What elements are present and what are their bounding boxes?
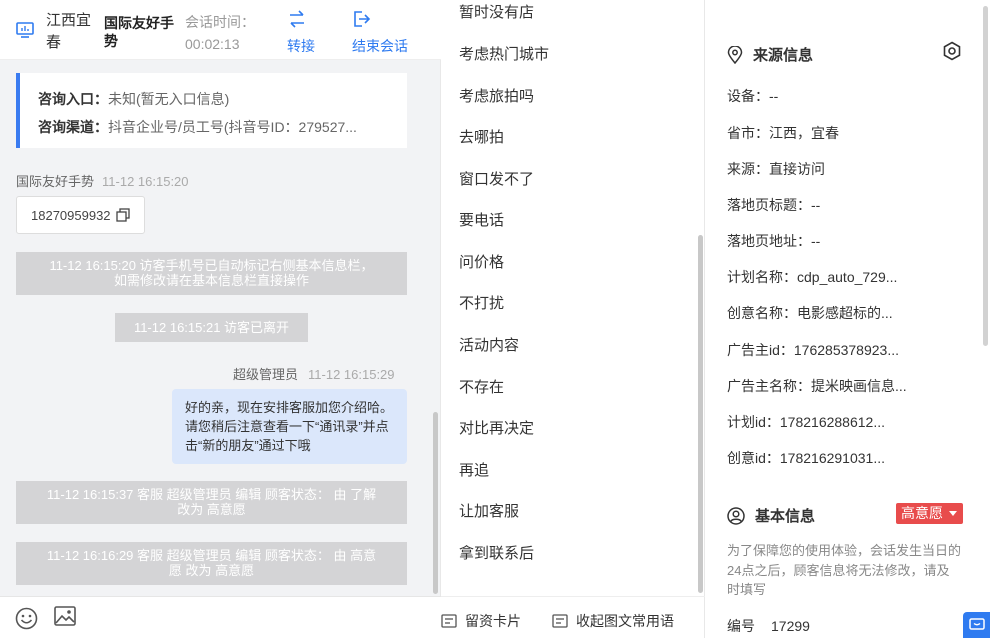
user-circle-icon [727, 507, 745, 525]
quick-phrase-panel: 暂时没有店 考虑热门城市 考虑旅拍吗 去哪拍 窗口发不了 要电话 问价格 不打扰… [441, 0, 705, 638]
advertiser-id-row: 广告主id：176285378923... [727, 342, 899, 358]
settings-icon[interactable] [942, 41, 962, 61]
monitor-icon [16, 22, 34, 38]
landing-title-row: 落地页标题：-- [727, 197, 821, 213]
basic-info-label: 基本信息 [755, 508, 816, 525]
source-info-label: 来源信息 [753, 47, 814, 64]
info-scrollbar[interactable] [983, 6, 988, 346]
phrase-item[interactable]: 考虑热门城市 [459, 43, 549, 64]
agent-sender: 超级管理员 [233, 367, 299, 382]
collapse-phrases-button[interactable]: 收起图文常用语 [552, 611, 674, 631]
entry-label: 咨询入口： [38, 91, 108, 107]
creative-id-row: 创意id：178216291031... [727, 450, 885, 466]
system-message-line: 11-12 16:16:29 客服 超级管理员 编辑 顾客状态： 由 高意 [46, 548, 377, 563]
session-time-value: 00:02:13 [185, 36, 240, 52]
province-row: 省市：江西，宜春 [727, 125, 839, 141]
chat-bubble-icon [969, 618, 985, 630]
system-message-line: 11-12 16:15:20 访客手机号已自动标记右侧基本信息栏， [49, 258, 374, 273]
image-icon[interactable] [54, 606, 76, 626]
phrase-toolbar: 留资卡片 收起图文常用语 [441, 596, 705, 638]
phrase-item[interactable]: 考虑旅拍吗 [459, 85, 534, 106]
phrase-item[interactable]: 去哪拍 [459, 126, 504, 147]
system-message: 11-12 16:15:21 访客已离开 [115, 313, 308, 342]
customer-id-label: 编号 [727, 618, 755, 634]
collapse-phrases-label: 收起图文常用语 [576, 613, 674, 629]
info-panel: 来源信息 设备：-- 省市：江西，宜春 来源：直接访问 落地页标题：-- 落地页… [705, 0, 990, 638]
channel-label: 咨询渠道： [38, 119, 108, 135]
visitor-name: 国际友好手势 [104, 15, 174, 49]
source-info-title: 来源信息 [727, 44, 813, 65]
plan-name-row: 计划名称：cdp_auto_729... [727, 269, 898, 285]
basic-info-title: 基本信息 [727, 505, 815, 526]
location-pin-icon [727, 45, 743, 65]
device-row: 设备：-- [727, 88, 779, 104]
customer-id-row: 编号 17299 [727, 616, 810, 636]
chat-scrollbar[interactable] [433, 412, 438, 594]
transfer-icon [290, 10, 304, 28]
intent-status-dropdown[interactable]: 高意愿 [896, 503, 963, 524]
end-session-button[interactable]: 结束会话 [352, 8, 422, 56]
phrase-item[interactable]: 要电话 [459, 209, 504, 230]
entry-row: 咨询入口：未知(暂无入口信息) [38, 85, 408, 113]
plan-id-row: 计划id：178216288612... [727, 414, 885, 430]
phone-message[interactable]: 18270959932 [16, 196, 145, 234]
phrase-item[interactable]: 再追 [459, 459, 489, 480]
chat-workspace: 江西宜春 国际友好手势 会话时间： 00:02:13 转接 结束会话 咨询入口： [0, 0, 990, 638]
visitor-time: 11-12 16:15:20 [102, 174, 189, 189]
landing-url-row: 落地页地址：-- [727, 233, 821, 249]
customer-id-value: 17299 [771, 618, 810, 634]
creative-name-row: 创意名称：电影感超标的... [727, 305, 893, 321]
exit-icon [354, 11, 371, 27]
phrase-item[interactable]: 不打扰 [459, 292, 504, 313]
transfer-label: 转接 [287, 38, 315, 54]
phrase-item[interactable]: 不存在 [459, 376, 504, 397]
system-message: 11-12 16:15:20 访客手机号已自动标记右侧基本信息栏， 如需修改请在… [16, 252, 407, 295]
phrase-scrollbar[interactable] [698, 235, 703, 593]
channel-value: 抖音企业号/员工号(抖音号ID：279527... [108, 119, 357, 135]
system-message-line: 如需修改请在基本信息栏直接操作 [113, 273, 309, 288]
visitor-location: 江西宜春 [46, 12, 92, 51]
emoji-icon[interactable] [15, 607, 38, 630]
agent-message-meta: 超级管理员 11-12 16:15:29 [233, 364, 395, 383]
system-message: 11-12 16:15:37 客服 超级管理员 编辑 顾客状态： 由 了解 改为… [16, 481, 407, 524]
system-message-line: 愿 改为 高意愿 [168, 563, 255, 578]
phrase-item[interactable]: 窗口发不了 [459, 168, 534, 189]
phrase-item[interactable]: 活动内容 [459, 334, 519, 355]
entry-value: 未知(暂无入口信息) [108, 91, 230, 107]
system-message-line: 改为 高意愿 [177, 502, 246, 517]
phrase-item[interactable]: 暂时没有店 [459, 1, 534, 22]
chat-header: 江西宜春 国际友好手势 会话时间： 00:02:13 转接 结束会话 [0, 0, 441, 60]
lead-card-button[interactable]: 留资卡片 [441, 611, 521, 631]
consult-entry-card: 咨询入口：未知(暂无入口信息) 咨询渠道：抖音企业号/员工号(抖音号ID：279… [16, 73, 407, 148]
system-message-line: 11-12 16:15:37 客服 超级管理员 编辑 顾客状态： 由 了解 [46, 487, 377, 502]
phone-number: 18270959932 [31, 208, 111, 223]
edit-notice: 为了保障您的使用体验，会话发生当日的24点之后，顾客信息将无法修改，请及时填写 [727, 543, 962, 597]
visitor-message-meta: 国际友好手势 11-12 16:15:20 [16, 171, 189, 190]
intent-status-value: 高意愿 [901, 505, 943, 521]
phrase-item[interactable]: 问价格 [459, 251, 504, 272]
caret-down-icon [949, 511, 957, 516]
source-row: 来源：直接访问 [727, 161, 825, 177]
channel-row: 咨询渠道：抖音企业号/员工号(抖音号ID：279527... [38, 113, 408, 141]
lead-card-label: 留资卡片 [465, 613, 521, 629]
system-message: 11-12 16:16:29 客服 超级管理员 编辑 顾客状态： 由 高意 愿 … [16, 542, 407, 585]
chat-panel: 江西宜春 国际友好手势 会话时间： 00:02:13 转接 结束会话 咨询入口： [0, 0, 441, 638]
message-icon [552, 614, 568, 628]
visitor-sender: 国际友好手势 [16, 174, 95, 189]
end-session-label: 结束会话 [352, 38, 408, 54]
chat-toolbar [0, 596, 441, 638]
copy-icon[interactable] [116, 208, 130, 222]
advertiser-name-row: 广告主名称：提米映画信息... [727, 378, 907, 394]
phrase-item[interactable]: 拿到联系后 [459, 542, 534, 563]
agent-time: 11-12 16:15:29 [308, 367, 395, 382]
chat-float-button[interactable] [963, 612, 990, 638]
session-time-label: 会话时间： [185, 14, 255, 30]
card-icon [441, 614, 457, 628]
phrase-item[interactable]: 对比再决定 [459, 417, 534, 438]
agent-message: 好的亲，现在安排客服加您介绍哈。请您稍后注意查看一下“通讯录”并点击“新的朋友”… [172, 389, 407, 464]
phrase-item[interactable]: 让加客服 [459, 500, 519, 521]
transfer-button[interactable]: 转接 [287, 8, 357, 56]
